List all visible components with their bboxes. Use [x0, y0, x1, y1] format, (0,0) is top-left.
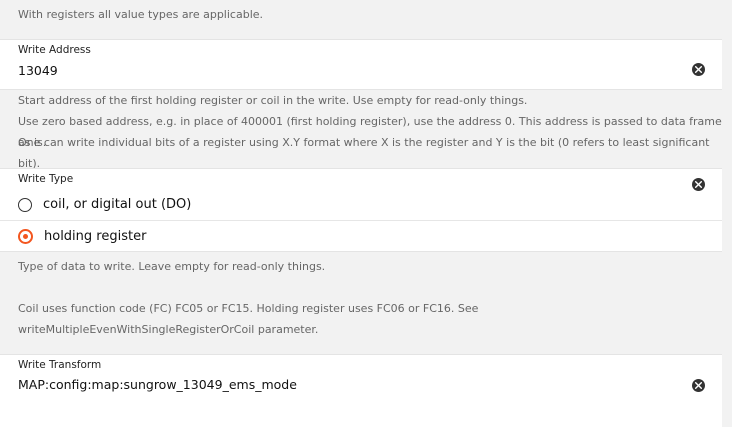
- write-address-label: Write Address: [18, 44, 91, 56]
- write-type-label: Write Type: [18, 173, 74, 185]
- write-address-input[interactable]: [18, 63, 668, 78]
- write-address-hint-1: Start address of the first holding regis…: [18, 94, 528, 107]
- write-type-card: Write Type coil, or digital out (DO) hol…: [0, 168, 722, 252]
- write-transform-label: Write Transform: [18, 359, 102, 371]
- registers-hint: With registers all value types are appli…: [18, 8, 264, 21]
- holding-register-radio[interactable]: [18, 229, 33, 244]
- write-transform-card: Write Transform: [0, 354, 722, 427]
- coil-radio-label: coil, or digital out (DO): [43, 197, 192, 212]
- write-type-hint-2: Coil uses function code (FC) FC05 or FC1…: [18, 302, 479, 336]
- radio-option-holding-register[interactable]: holding register: [0, 221, 722, 252]
- radio-option-coil[interactable]: coil, or digital out (DO): [0, 189, 722, 220]
- radio-dot: [23, 234, 28, 239]
- write-address-card: Write Address: [0, 39, 722, 90]
- write-transform-input[interactable]: [18, 377, 668, 392]
- clear-write-address-icon[interactable]: [692, 63, 705, 76]
- write-type-hint-1: Type of data to write. Leave empty for r…: [18, 260, 326, 273]
- clear-write-transform-icon[interactable]: [692, 379, 705, 392]
- coil-radio[interactable]: [18, 197, 32, 212]
- holding-register-radio-label: holding register: [44, 229, 147, 244]
